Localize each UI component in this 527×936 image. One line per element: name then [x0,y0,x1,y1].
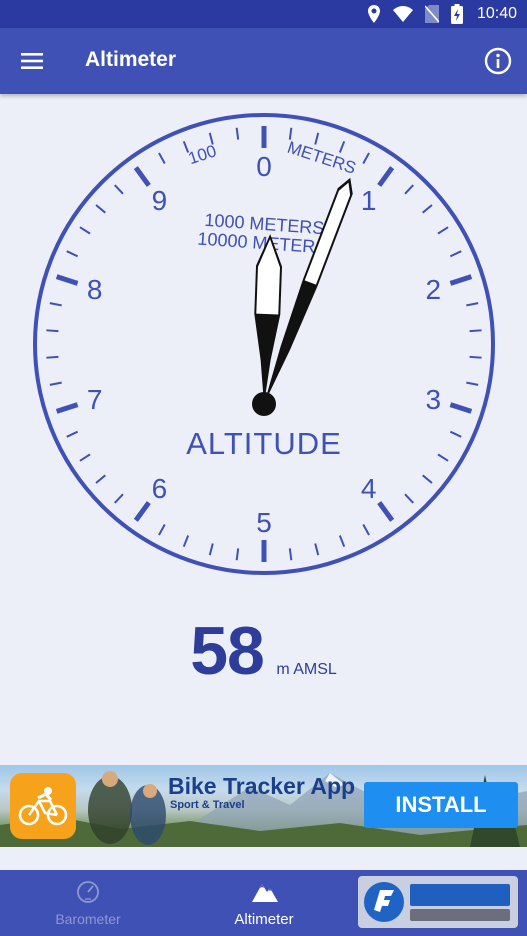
dial-number: 4 [361,473,377,504]
minor-tick [66,250,79,258]
nav-item-barometer[interactable]: Barometer [0,870,176,936]
major-tick [55,274,79,286]
minor-tick [79,453,91,462]
major-tick [133,166,151,187]
dial-number: 3 [425,384,441,415]
altitude-reading: 58 m AMSL [0,612,527,692]
minor-tick [469,355,482,359]
dial-number: 9 [152,185,168,216]
minor-tick [362,152,370,164]
minor-tick [49,302,62,307]
label-100: 100 [186,141,219,168]
dial-number: 2 [425,274,441,305]
battery-icon [450,4,463,24]
minor-tick [404,493,414,504]
status-bar: 10:40 [0,0,527,28]
short-hand [254,234,283,404]
dial-number: 8 [87,274,103,305]
minor-tick [422,204,433,214]
minor-tick [404,184,414,195]
minor-tick [338,535,346,548]
minor-tick [182,535,190,548]
minor-tick [449,250,462,258]
menu-button[interactable] [14,44,50,78]
minor-tick [114,184,124,195]
minor-tick [466,302,479,307]
minor-tick [46,355,59,359]
gauge-icon [77,881,99,903]
major-tick [377,501,395,522]
page-title: Altimeter [85,48,177,71]
minor-tick [79,226,91,235]
minor-tick [66,430,79,438]
ad-subtitle: Sport & Travel [170,799,245,811]
minor-tick [437,453,449,462]
minor-tick [466,381,479,386]
major-tick [377,166,395,187]
minor-tick [49,381,62,386]
minor-tick [235,548,240,561]
minor-tick [158,152,166,164]
minor-tick [46,329,59,333]
nav-item-altimeter[interactable]: Altimeter [176,870,352,936]
minor-tick [95,474,106,484]
minor-tick [437,226,449,235]
minor-tick [314,543,320,556]
dial-number: 5 [256,507,272,538]
info-button[interactable] [483,46,513,76]
minor-tick [114,493,124,504]
dial-number: 7 [87,384,103,415]
ad-app-icon[interactable] [10,773,76,839]
major-tick [55,402,79,414]
no-sim-icon [424,5,439,23]
minor-tick [208,543,214,556]
minor-tick [235,127,240,140]
hub [252,392,276,416]
minor-tick [158,524,166,536]
minor-tick [288,548,293,561]
altitude-value: 58 [190,613,265,689]
mountain-icon [252,884,278,902]
major-tick [133,501,151,522]
dial-number: 1 [361,185,377,216]
label-meters: METERS [285,138,358,178]
ad-title: Bike Tracker App [168,773,356,799]
altimeter-gauge: 0123456789 100 METERS 1000 METERS 10000 … [33,113,495,575]
hamburger-menu-icon [21,53,43,69]
nav-label-altimeter: Altimeter [234,911,294,928]
status-clock: 10:40 [476,5,517,22]
nav-label-barometer: Barometer [55,911,121,927]
altitude-unit: m AMSL [276,661,337,678]
minor-tick [338,140,346,153]
major-tick [449,274,473,286]
app-bar: Altimeter [0,28,527,94]
dial-number: 6 [152,473,168,504]
label-altitude: ALTITUDE [186,426,342,461]
wifi-icon [392,6,413,22]
minor-tick [422,474,433,484]
dial-number: 0 [256,151,272,182]
major-tick [449,402,473,414]
cyclist-icon [18,787,68,826]
minor-tick [314,132,320,145]
minor-tick [449,430,462,438]
install-button[interactable]: INSTALL [364,782,518,828]
minor-tick [362,524,370,536]
info-icon [484,47,512,75]
minor-tick [469,329,482,333]
watermark-logo [358,876,518,928]
minor-tick [95,204,106,214]
location-icon [367,5,380,23]
